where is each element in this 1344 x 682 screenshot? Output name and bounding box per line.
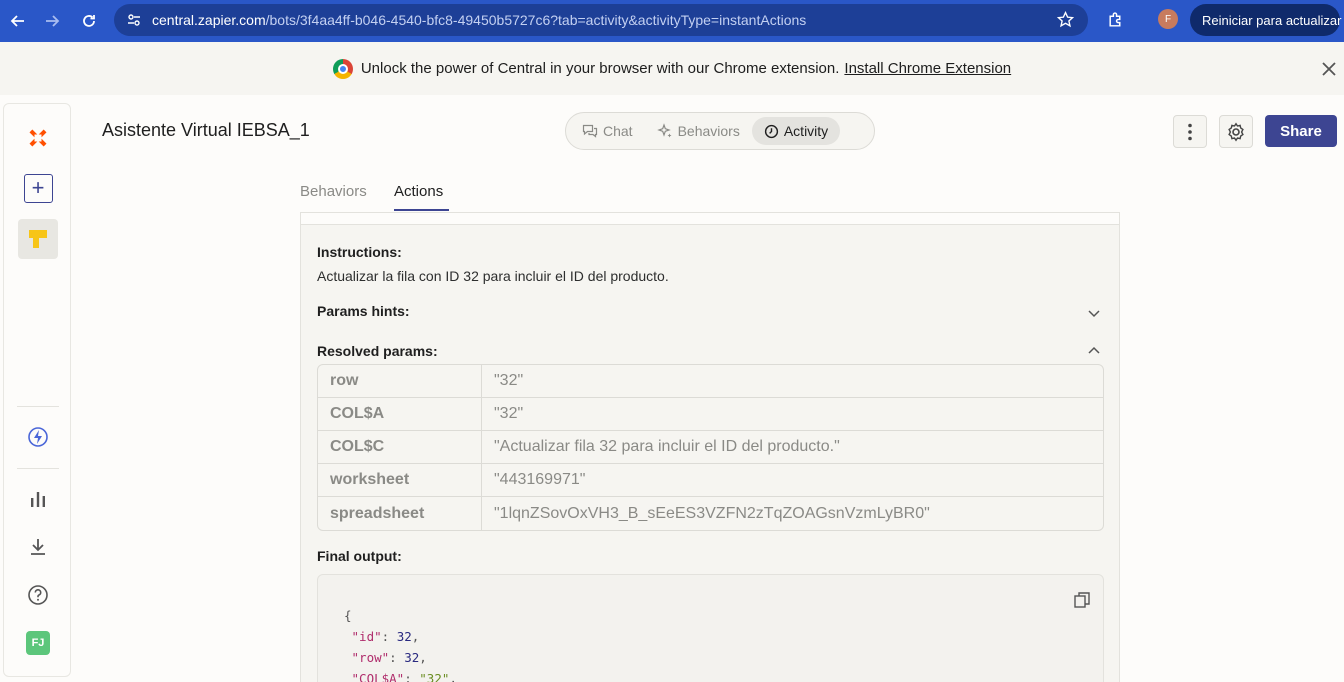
json-key: "row" — [351, 650, 390, 665]
json-output: { "id": 32, "row": 32, "COL$A": "32", — [344, 605, 457, 682]
profile-avatar[interactable]: F — [1158, 9, 1178, 29]
page-title: Asistente Virtual IEBSA_1 — [102, 120, 310, 140]
table-row: row "32" — [318, 365, 1103, 398]
clock-icon — [764, 124, 778, 138]
param-key: spreadsheet — [318, 497, 482, 530]
subtab-actions[interactable]: Actions — [394, 183, 443, 200]
params-hints-label: Params hints: — [317, 303, 410, 319]
left-sidebar: + FJ — [3, 103, 71, 677]
user-avatar[interactable]: FJ — [18, 623, 58, 663]
vertical-dots-icon — [1188, 123, 1192, 140]
banner-text: Unlock the power of Central in your brow… — [360, 60, 840, 77]
tab-activity-label: Activity — [783, 123, 829, 139]
view-tabs: Chat Behaviors Activity — [565, 112, 875, 150]
address-bar[interactable]: central.zapier.com/bots/3f4aa4ff-b046-45… — [114, 4, 1088, 36]
analytics-button[interactable] — [18, 479, 58, 519]
param-key: worksheet — [318, 464, 482, 497]
json-value: "32" — [419, 671, 450, 682]
arrow-right-icon — [46, 15, 60, 27]
tab-behaviors-label: Behaviors — [677, 123, 740, 139]
sparkle-icon — [656, 123, 672, 138]
param-key: COL$C — [318, 431, 482, 464]
zapier-logo-icon[interactable] — [18, 118, 58, 158]
table-row: spreadsheet "1lqnZSovOxVH3_B_sEeES3VZFN2… — [318, 497, 1103, 530]
tab-activity[interactable]: Activity — [751, 117, 841, 145]
resolved-params-table: row "32" COL$A "32" COL$C "Actualizar fi… — [317, 364, 1104, 531]
reload-icon — [83, 15, 95, 27]
param-value: "1lqnZSovOxVH3_B_sEeES3VZFN2zTqZOAGsnVzm… — [494, 504, 930, 522]
param-value: "Actualizar fila 32 para incluir el ID d… — [482, 431, 1103, 464]
final-output-label: Final output: — [317, 548, 402, 564]
close-icon[interactable] — [1318, 58, 1340, 80]
chevron-up-icon[interactable] — [1087, 344, 1101, 358]
site-settings-icon[interactable] — [126, 12, 142, 33]
activity-button[interactable] — [18, 417, 58, 457]
param-value: "443169971" — [482, 464, 1103, 497]
chevron-down-icon[interactable] — [1087, 306, 1101, 320]
sidebar-divider — [17, 468, 59, 469]
table-row: worksheet "443169971" — [318, 464, 1103, 497]
table-row: COL$C "Actualizar fila 32 para incluir e… — [318, 431, 1103, 464]
bar-chart-icon — [31, 492, 45, 507]
arrow-left-icon — [10, 15, 24, 27]
extension-banner: Unlock the power of Central in your brow… — [0, 42, 1344, 95]
share-button[interactable]: Share — [1265, 115, 1337, 147]
copy-icon[interactable] — [1073, 591, 1091, 609]
puzzle-icon — [1108, 11, 1120, 27]
instructions-text: Actualizar la fila con ID 32 para inclui… — [317, 268, 669, 284]
back-button[interactable] — [0, 3, 36, 39]
action-detail-panel: Instructions: Actualizar la fila con ID … — [300, 212, 1120, 682]
help-icon — [28, 585, 48, 605]
param-key: COL$A — [318, 398, 482, 431]
instructions-label: Instructions: — [317, 244, 402, 260]
forward-button[interactable] — [34, 3, 70, 39]
lightning-icon — [28, 427, 48, 447]
table-row: COL$A "32" — [318, 398, 1103, 431]
help-button[interactable] — [18, 575, 58, 615]
final-output-code: { "id": 32, "row": 32, "COL$A": "32", — [317, 574, 1104, 682]
url-text: central.zapier.com/bots/3f4aa4ff-b046-45… — [152, 12, 806, 28]
install-extension-link[interactable]: Install Chrome Extension — [844, 60, 1011, 77]
settings-button[interactable] — [1219, 115, 1253, 148]
tab-chat-label: Chat — [603, 123, 633, 139]
plus-icon: + — [23, 173, 53, 203]
avatar-initials: FJ — [26, 631, 50, 655]
extensions-button[interactable] — [1100, 5, 1130, 35]
browser-toolbar: central.zapier.com/bots/3f4aa4ff-b046-45… — [0, 0, 1344, 42]
panel-divider — [301, 213, 1119, 225]
bookmark-star-icon[interactable] — [1056, 10, 1075, 33]
download-button[interactable] — [18, 527, 58, 567]
more-options-button[interactable] — [1173, 115, 1207, 148]
sidebar-divider — [17, 406, 59, 407]
bot-item-button[interactable] — [18, 219, 58, 259]
url-path: /bots/3f4aa4ff-b046-4540-bfc8-49450b5727… — [265, 12, 807, 28]
tab-behaviors[interactable]: Behaviors — [645, 117, 752, 145]
gear-icon — [1228, 122, 1244, 141]
reload-button[interactable] — [71, 3, 107, 39]
download-icon — [31, 539, 45, 555]
chat-icon — [582, 124, 598, 138]
restart-update-button[interactable]: Reiniciar para actualizar — [1190, 4, 1341, 36]
tab-chat[interactable]: Chat — [570, 117, 645, 145]
new-bot-button[interactable]: + — [18, 168, 58, 208]
param-key: row — [318, 365, 482, 398]
active-subtab-indicator — [394, 209, 449, 211]
json-value: 32 — [396, 629, 412, 644]
json-open-brace: { — [344, 608, 352, 623]
json-key: "COL$A" — [351, 671, 405, 682]
json-value: 32 — [404, 650, 420, 665]
bot-icon — [29, 230, 47, 248]
json-key: "id" — [351, 629, 382, 644]
chrome-logo-icon — [332, 58, 353, 79]
param-value: "32" — [482, 365, 1103, 398]
param-value: "32" — [482, 398, 1103, 431]
subtab-behaviors[interactable]: Behaviors — [300, 183, 367, 200]
url-host: central.zapier.com — [152, 12, 266, 28]
resolved-params-label: Resolved params: — [317, 343, 438, 359]
